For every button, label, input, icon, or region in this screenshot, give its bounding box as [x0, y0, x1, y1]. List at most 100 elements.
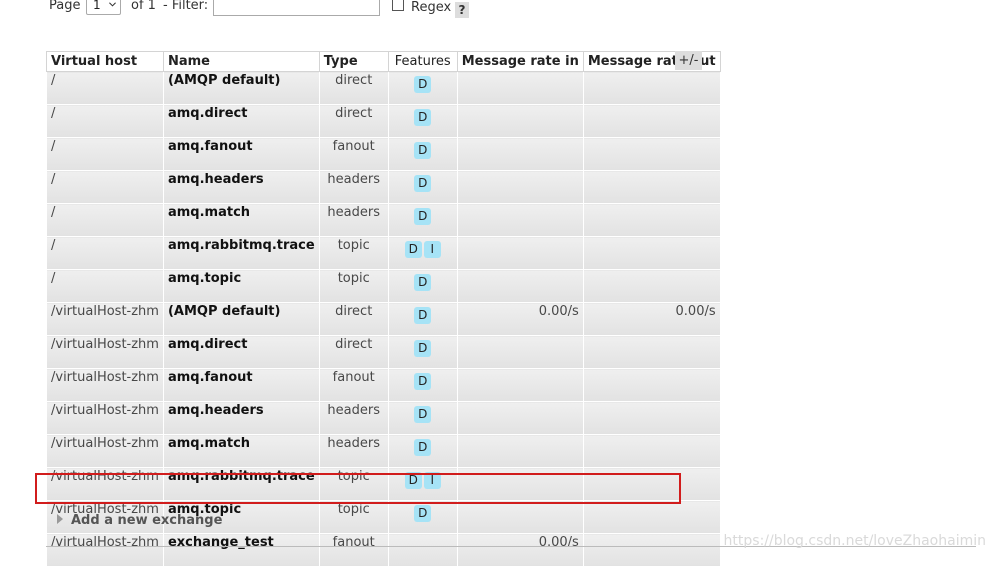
- regex-label: Regex: [411, 0, 452, 15]
- feature-badge: D: [414, 505, 432, 522]
- feature-badge: D: [414, 142, 432, 159]
- cell-exchange-name-link[interactable]: amq.headers: [162, 170, 320, 204]
- cell-exchange-name-link[interactable]: amq.rabbitmq.trace: [162, 236, 320, 270]
- cell-rate-in: [456, 269, 584, 303]
- cell-type: headers: [318, 170, 389, 204]
- cell-rate-in: [456, 236, 584, 270]
- feature-badge: D: [404, 241, 422, 258]
- table-row: / amq.rabbitmq.trace topic D I: [46, 236, 721, 270]
- cell-virtual-host: /virtualHost-zhm: [46, 533, 164, 567]
- feature-badge: D: [414, 340, 432, 357]
- cell-virtual-host: /: [46, 104, 164, 138]
- cell-exchange-name-link[interactable]: amq.direct: [162, 335, 320, 369]
- cell-type: headers: [318, 401, 389, 435]
- cell-features: D: [387, 269, 458, 303]
- cell-rate-in: [456, 434, 584, 468]
- feature-badge: D: [414, 307, 432, 324]
- cell-exchange-name-link[interactable]: amq.fanout: [162, 368, 320, 402]
- cell-exchange-name-link[interactable]: exchange_test: [162, 533, 320, 567]
- cell-rate-in: [456, 170, 584, 204]
- cell-features: D: [387, 401, 458, 435]
- cell-exchange-name-link[interactable]: amq.match: [162, 203, 320, 237]
- cell-rate-out: [582, 71, 721, 105]
- column-header-virtual-host[interactable]: Virtual host: [46, 51, 164, 72]
- table-row: /virtualHost-zhm amq.headers headers D: [46, 401, 721, 435]
- cell-features: D: [387, 170, 458, 204]
- filter-label: - Filter:: [163, 0, 209, 13]
- table-header-row: Virtual host Name Type Features Message …: [46, 51, 721, 72]
- cell-features: D: [387, 434, 458, 468]
- cell-rate-out: [582, 104, 721, 138]
- cell-exchange-name-link[interactable]: amq.fanout: [162, 137, 320, 171]
- column-header-name[interactable]: Name: [162, 51, 320, 72]
- feature-badge: D: [414, 76, 432, 93]
- cell-rate-in: 0.00/s: [456, 533, 584, 567]
- table-row: /virtualHost-zhm amq.direct direct D: [46, 335, 721, 369]
- cell-virtual-host: /virtualHost-zhm: [46, 434, 164, 468]
- table-row: /virtualHost-zhm amq.fanout fanout D: [46, 368, 721, 402]
- cell-rate-in: [456, 368, 584, 402]
- feature-badge: D: [414, 175, 432, 192]
- cell-type: topic: [318, 236, 389, 270]
- cell-features: DI: [387, 236, 458, 270]
- cell-rate-out: [582, 269, 721, 303]
- cell-rate-in: 0.00/s: [456, 302, 584, 336]
- cell-features: D: [387, 203, 458, 237]
- table-row: /virtualHost-zhm exchange_test fanout 0.00/…: [46, 533, 721, 567]
- cell-exchange-name-link[interactable]: amq.topic: [162, 269, 320, 303]
- cell-exchange-name-link[interactable]: amq.headers: [162, 401, 320, 435]
- highlight-annotation-box: [35, 473, 681, 504]
- add-exchange-label: Add a new exchange: [71, 513, 223, 528]
- cell-type: direct: [318, 302, 389, 336]
- cell-type: topic: [318, 500, 389, 534]
- add-exchange-section-toggle[interactable]: Add a new exchange: [57, 513, 222, 528]
- cell-exchange-name-link[interactable]: amq.direct: [162, 104, 320, 138]
- cell-rate-out: [582, 203, 721, 237]
- cell-rate-out: [582, 401, 721, 435]
- column-header-type[interactable]: Type: [318, 51, 389, 72]
- cell-rate-out: [582, 137, 721, 171]
- table-row: / amq.topic topic D: [46, 269, 721, 303]
- cell-type: direct: [318, 71, 389, 105]
- feature-badge: D: [414, 274, 432, 291]
- regex-help-button[interactable]: ?: [455, 2, 469, 18]
- cell-exchange-name-link[interactable]: (AMQP default): [162, 71, 320, 105]
- table-row: / amq.direct direct D: [46, 104, 721, 138]
- table-row: / amq.headers headers D: [46, 170, 721, 204]
- cell-rate-out: [582, 236, 721, 270]
- cell-features: D: [387, 302, 458, 336]
- page-count-label: of 1: [131, 0, 156, 13]
- table-row: /virtualHost-zhm amq.match headers D: [46, 434, 721, 468]
- feature-badge: D: [414, 109, 432, 126]
- cell-exchange-name-link[interactable]: (AMQP default): [162, 302, 320, 336]
- cell-type: headers: [318, 434, 389, 468]
- cell-rate-out: [582, 335, 721, 369]
- cell-virtual-host: /: [46, 203, 164, 237]
- watermark: https://blog.csdn.net/loveZhaohaimin: [723, 533, 986, 549]
- feature-badge: D: [414, 439, 432, 456]
- column-header-features: Features: [387, 51, 458, 72]
- cell-virtual-host: /: [46, 170, 164, 204]
- cell-rate-in: [456, 137, 584, 171]
- column-header-rate-in[interactable]: Message rate in: [456, 51, 584, 72]
- filter-input[interactable]: [213, 0, 380, 16]
- table-row: /virtualHost-zhm (AMQP default) direct D 0.0…: [46, 302, 721, 336]
- cell-features: D: [387, 500, 458, 534]
- cell-type: fanout: [318, 137, 389, 171]
- page-select[interactable]: 1: [86, 0, 121, 15]
- cell-virtual-host: /virtualHost-zhm: [46, 302, 164, 336]
- cell-rate-in: [456, 500, 584, 534]
- cell-rate-in: [456, 104, 584, 138]
- cell-rate-out: 0.00/s: [582, 302, 721, 336]
- cell-rate-in: [456, 401, 584, 435]
- cell-virtual-host: /: [46, 236, 164, 270]
- cell-type: headers: [318, 203, 389, 237]
- cell-exchange-name-link[interactable]: amq.match: [162, 434, 320, 468]
- regex-checkbox[interactable]: [392, 0, 404, 11]
- cell-features: D: [387, 368, 458, 402]
- cell-rate-out: [582, 170, 721, 204]
- columns-toggle-button[interactable]: +/-: [675, 51, 702, 70]
- cell-type: direct: [318, 104, 389, 138]
- table-row: / amq.fanout fanout D: [46, 137, 721, 171]
- cell-features: [387, 533, 458, 567]
